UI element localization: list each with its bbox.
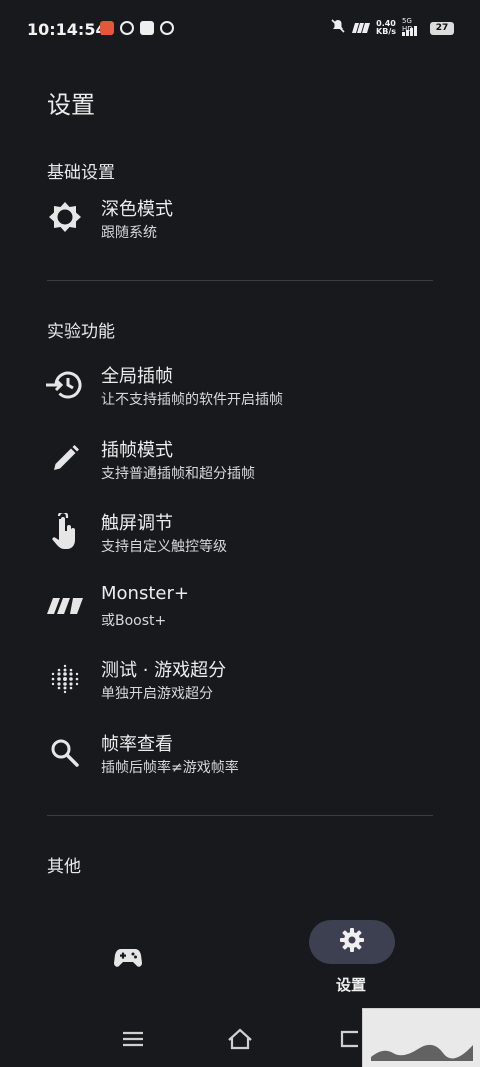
setting-item-subtitle: 跟随系统 [101, 225, 157, 241]
setting-item-title: 测试 · 游戏超分 [101, 660, 227, 681]
search-icon [46, 734, 84, 772]
setting-item-subtitle: 单独开启游戏超分 [101, 686, 213, 702]
back-button[interactable] [333, 1026, 363, 1056]
status-bar: 10:14:54 0.40 KB/s 5G HD 27 [0, 0, 480, 60]
touch-hand-icon [46, 513, 84, 551]
signal-bars-icon [402, 22, 417, 36]
history-clock-icon [46, 366, 84, 404]
setting-item-title: Monster+ [101, 583, 189, 604]
setting-item-fps-view[interactable]: 帧率查看 插帧后帧率≠游戏帧率 [0, 730, 480, 792]
status-right-group: 0.40 KB/s 5G HD 27 [330, 17, 454, 38]
home-button[interactable] [225, 1026, 255, 1056]
gear-icon [339, 927, 365, 957]
notification-app-game-icon [160, 21, 174, 35]
monster-status-icon [352, 19, 371, 38]
dots-grid-icon [46, 660, 84, 698]
section-divider [47, 815, 433, 816]
setting-item-touch-adjust[interactable]: 触屏调节 支持自定义触控等级 [0, 509, 480, 571]
setting-item-global-interpolation[interactable]: 全局插帧 让不支持插帧的软件开启插帧 [0, 362, 480, 424]
notification-app-mail-icon [140, 21, 154, 35]
setting-item-title: 全局插帧 [101, 366, 173, 387]
setting-item-dark-mode[interactable]: 深色模式 跟随系统 [0, 195, 480, 257]
dark-mode-icon [46, 199, 84, 237]
notification-app-link-icon [120, 21, 134, 35]
nav-tab-settings-label[interactable]: 设置 [336, 974, 366, 995]
setting-item-title: 触屏调节 [101, 513, 173, 534]
back-arrow-icon [336, 1028, 360, 1054]
page-title: 设置 [47, 91, 95, 119]
section-other-label: 其他 [47, 857, 81, 877]
gamepad-icon [114, 947, 142, 973]
setting-item-interpolation-mode[interactable]: 插帧模式 支持普通插帧和超分插帧 [0, 436, 480, 498]
setting-item-title: 插帧模式 [101, 440, 173, 461]
setting-item-subtitle: 插帧后帧率≠游戏帧率 [101, 760, 239, 776]
recents-button[interactable] [118, 1026, 148, 1056]
nav-tab-games[interactable] [108, 940, 148, 980]
setting-item-game-upscale-test[interactable]: 测试 · 游戏超分 单独开启游戏超分 [0, 656, 480, 718]
menu-lines-icon [122, 1030, 144, 1052]
battery-indicator: 27 [430, 21, 454, 35]
section-divider [47, 280, 433, 281]
setting-item-subtitle: 支持普通插帧和超分插帧 [101, 466, 255, 482]
setting-item-title: 深色模式 [101, 199, 173, 220]
notification-app-red-icon [100, 21, 114, 35]
setting-item-subtitle: 或Boost+ [101, 613, 167, 629]
video-preview-overlay [362, 1008, 480, 1067]
status-time: 10:14:54 [27, 20, 107, 39]
setting-item-title: 帧率查看 [101, 734, 173, 755]
monster-logo-icon [46, 587, 84, 625]
section-experimental-label: 实验功能 [47, 322, 115, 342]
mute-icon [330, 18, 346, 38]
status-app-icons [100, 21, 174, 35]
setting-item-subtitle: 支持自定义触控等级 [101, 539, 227, 555]
setting-item-subtitle: 让不支持插帧的软件开启插帧 [101, 392, 283, 408]
home-icon [227, 1028, 253, 1054]
section-basic-label: 基础设置 [47, 163, 115, 183]
net-speed: 0.40 KB/s [376, 19, 396, 36]
setting-item-monster-plus[interactable]: Monster+ 或Boost+ [0, 583, 480, 645]
nav-tab-settings[interactable] [309, 920, 395, 964]
signal-indicator: 5G HD [402, 17, 424, 36]
pencil-icon [46, 440, 84, 478]
